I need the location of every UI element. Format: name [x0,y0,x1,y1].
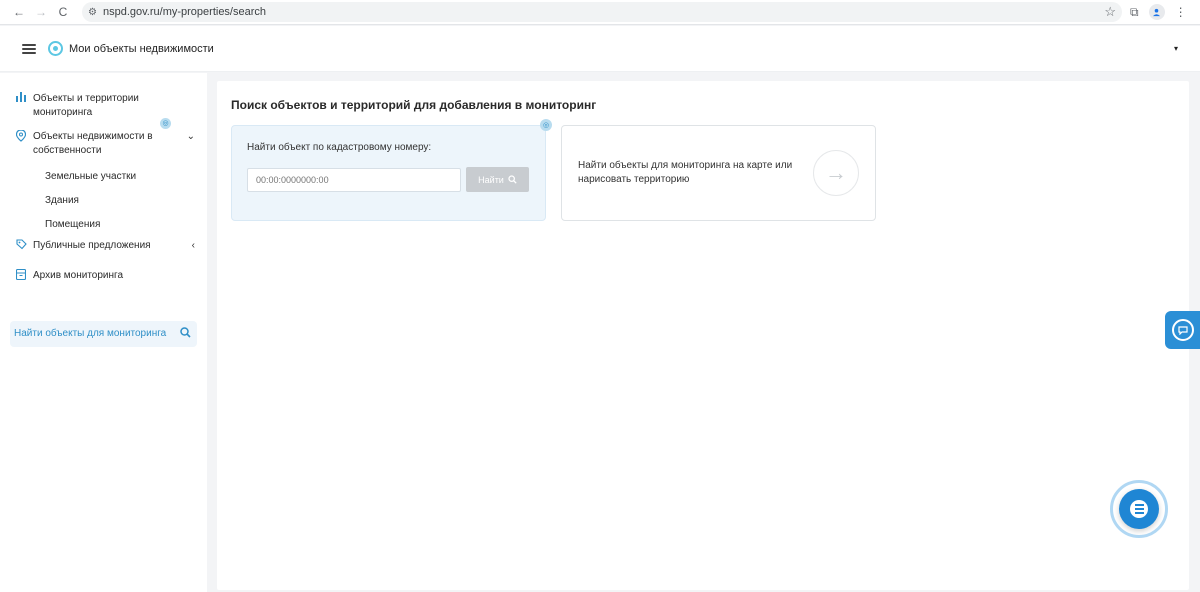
sidebar-subitem-land[interactable]: Земельные участки [0,164,207,188]
sidebar-item-label: Объекты недвижимости в собственности [33,131,153,156]
map-search-text: Найти объекты для мониторинга на карте и… [578,160,793,185]
address-bar[interactable]: ⚙ nspd.gov.ru/my-properties/search ☆ [82,2,1122,22]
map-search-card[interactable]: Найти объекты для мониторинга на карте и… [561,125,876,221]
site-settings-icon[interactable]: ⚙ [88,7,97,18]
back-arrow-icon: ← [13,5,25,19]
profile-avatar[interactable] [1148,4,1165,20]
sidebar-item-label: Публичные предложения [33,240,151,251]
chevron-left-icon[interactable]: ‹ [192,239,195,253]
search-icon [180,327,191,341]
sidebar-subitem-premises[interactable]: Помещения [0,212,207,236]
sidebar-item-owned-properties[interactable]: Объекты недвижимости в собственности ⌄ ◎ [0,118,207,158]
arrow-right-icon[interactable]: → [813,150,859,196]
sidebar-search-label: Найти объекты для мониторинга [14,328,167,339]
help-badge-icon[interactable]: ◎ [160,118,171,129]
search-cards: Найти объект по кадастровому номеру: Най… [231,119,1175,221]
archive-icon [15,268,28,285]
cadastral-search-card: Найти объект по кадастровому номеру: Най… [231,125,546,221]
help-badge-icon[interactable]: ◎ [540,119,552,131]
user-menu-chevron-icon[interactable]: ▾ [1174,44,1178,53]
reload-icon: C [58,5,68,19]
sidebar-search-objects[interactable]: Найти объекты для мониторинга [10,321,197,347]
find-button-label: Найти [478,174,504,185]
sidebar-item-monitoring[interactable]: Объекты и территории мониторинга [0,92,207,120]
sidebar-subitem-buildings[interactable]: Здания [0,188,207,212]
sidebar-item-label: Объекты и территории мониторинга [33,93,139,118]
page-title: Поиск объектов и территорий для добавлен… [231,98,597,112]
find-button[interactable]: Найти [466,167,529,192]
browser-toolbar: ← → C ⚙ nspd.gov.ru/my-properties/search… [0,0,1200,25]
forward-arrow-icon: → [35,5,47,19]
url-text: nspd.gov.ru/my-properties/search [102,6,267,18]
tag-icon [16,239,28,255]
chevron-down-icon[interactable]: ⌄ [187,130,195,144]
bar-chart-icon [16,92,28,107]
location-pin-icon [15,129,28,147]
sidebar-item-public-offers[interactable]: Публичные предложения ‹ [0,239,207,255]
app-header: Мои объекты недвижимости ▾ [0,26,1200,72]
logo-icon [48,41,63,56]
hamburger-menu-icon[interactable] [22,43,36,54]
search-icon [508,175,517,184]
extensions-icon[interactable]: ⧉ [1130,5,1139,20]
sidebar-item-archive[interactable]: Архив мониторинга [0,268,207,285]
cadastral-label: Найти объект по кадастровому номеру: [247,142,432,153]
reload-button[interactable]: C [52,2,74,22]
cadastral-number-input[interactable] [247,167,461,192]
app-title: Мои объекты недвижимости [69,42,214,55]
chat-button[interactable] [1110,480,1168,538]
back-button[interactable]: ← [8,2,30,22]
person-icon [1152,8,1161,16]
chat-ring [1110,480,1168,538]
feedback-icon [1171,319,1194,341]
bookmark-star-icon[interactable]: ☆ [1104,4,1116,20]
forward-button[interactable]: → [30,2,52,22]
feedback-side-tab[interactable] [1165,311,1200,349]
browser-menu-icon[interactable]: ⋮ [1175,5,1187,19]
sidebar-item-label: Архив мониторинга [33,270,124,281]
sidebar: Объекты и территории мониторинга Объекты… [0,73,207,592]
main-panel: Поиск объектов и территорий для добавлен… [217,81,1189,590]
